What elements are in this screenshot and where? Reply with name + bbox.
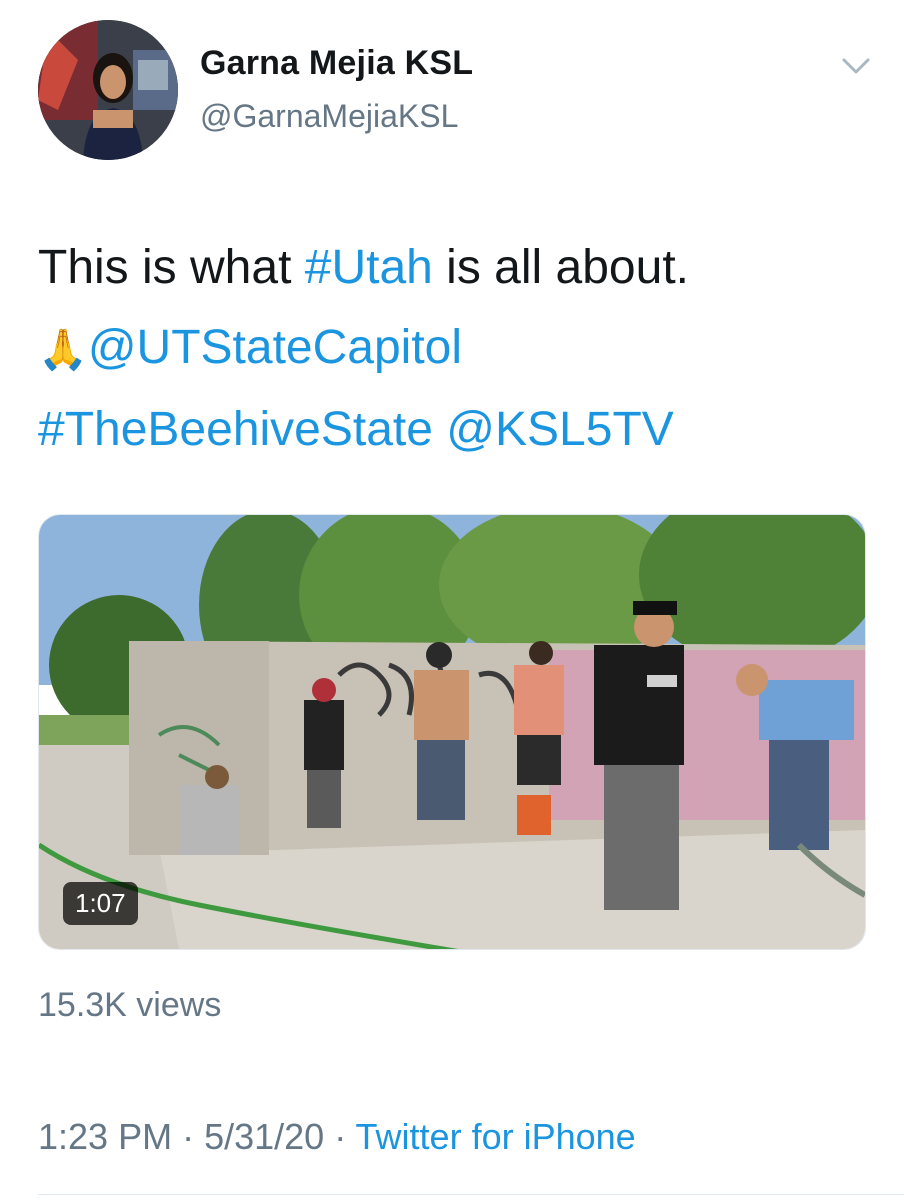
video-duration-badge: 1:07	[63, 882, 138, 925]
view-count: 15.3K views	[38, 986, 222, 1024]
tweet-time: 1:23 PM	[38, 1116, 173, 1157]
avatar[interactable]	[38, 20, 178, 160]
tweet-date: 5/31/20	[204, 1116, 325, 1157]
mention-link-ksl5tv[interactable]: @KSL5TV	[446, 403, 673, 456]
video-player[interactable]: 1:07	[38, 514, 866, 950]
hashtag-link-utah[interactable]: #Utah	[305, 241, 433, 294]
tweet-text-segment: is all about.	[432, 241, 689, 294]
display-name[interactable]: Garna Mejia KSL	[200, 44, 473, 83]
chevron-down-icon[interactable]	[838, 52, 874, 80]
user-handle[interactable]: @GarnaMejiaKSL	[200, 98, 458, 135]
divider	[38, 1194, 904, 1195]
hashtag-link-thebeehivestate[interactable]: #TheBeehiveState	[38, 403, 433, 456]
mention-link-utstatecapitol[interactable]: @UTStateCapitol	[88, 321, 462, 374]
tweet-meta: 1:23 PM · 5/31/20 · Twitter for iPhone	[38, 1116, 636, 1158]
meta-separator: ·	[172, 1116, 205, 1157]
tweet-text-segment: This is what	[38, 241, 305, 294]
tweet-text: This is what #Utah is all about. 🙏@UTSta…	[38, 228, 878, 470]
folded-hands-emoji: 🙏	[38, 327, 88, 373]
tweet-source-link[interactable]: Twitter for iPhone	[356, 1116, 636, 1157]
video-thumbnail	[39, 515, 865, 949]
meta-separator: ·	[324, 1116, 356, 1157]
avatar-image	[38, 20, 178, 160]
